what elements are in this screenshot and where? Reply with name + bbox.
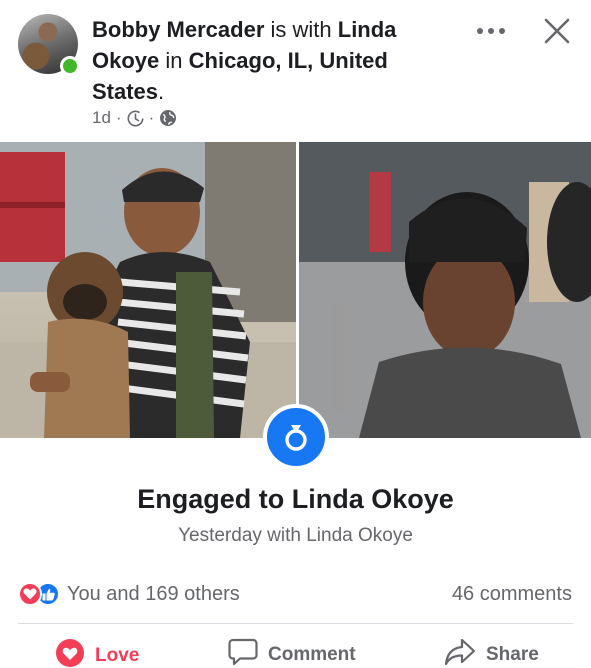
comment-bubble-icon — [228, 638, 258, 668]
post-title: Bobby Mercader is with Linda Okoye in Ch… — [92, 14, 432, 107]
with-text: is with — [264, 17, 338, 42]
author-avatar[interactable] — [18, 14, 80, 76]
post-timestamp[interactable]: 1d — [92, 108, 111, 128]
photo-woman-in-hat[interactable] — [299, 142, 591, 438]
close-button[interactable] — [540, 14, 574, 48]
love-button-label: Love — [95, 645, 140, 666]
title-period: . — [158, 79, 165, 104]
more-dots-icon — [477, 28, 505, 34]
share-button-label: Share — [486, 644, 539, 665]
life-event-subtitle: Yesterday with Linda Okoye — [178, 525, 413, 546]
comment-button[interactable]: Comment — [228, 638, 356, 668]
globe-icon[interactable] — [159, 109, 177, 127]
life-event-badge — [263, 404, 329, 470]
more-options-button[interactable] — [474, 18, 508, 44]
love-button[interactable]: Love — [55, 638, 139, 668]
share-button[interactable]: Share — [444, 638, 539, 668]
author-name-link[interactable]: Bobby Mercader — [92, 17, 264, 42]
reactions-summary[interactable]: You and 169 others — [18, 582, 240, 606]
action-bar: Love Comment Share — [0, 634, 591, 668]
comment-button-label: Comment — [268, 644, 356, 665]
post-header: Bobby Mercader is with Linda Okoye in Ch… — [0, 0, 591, 142]
reactions-count-text: You and 169 others — [67, 582, 240, 605]
meta-separator-2: · — [148, 108, 155, 127]
share-arrow-icon — [444, 638, 476, 668]
photo-man-with-dog[interactable] — [0, 142, 296, 438]
life-event-title: Engaged to Linda Okoye — [137, 484, 454, 514]
meta-separator: · — [115, 108, 122, 127]
post-meta: 1d · · — [92, 108, 177, 128]
love-reaction-icon — [18, 582, 42, 606]
close-icon — [544, 18, 570, 44]
online-status-indicator — [60, 56, 80, 76]
love-heart-icon — [55, 638, 85, 668]
photo-grid — [0, 142, 591, 438]
comments-count-link[interactable]: 46 comments — [452, 583, 572, 606]
clock-icon — [127, 110, 144, 127]
ring-icon — [285, 425, 307, 451]
in-text: in — [159, 48, 189, 73]
action-divider — [18, 623, 573, 624]
